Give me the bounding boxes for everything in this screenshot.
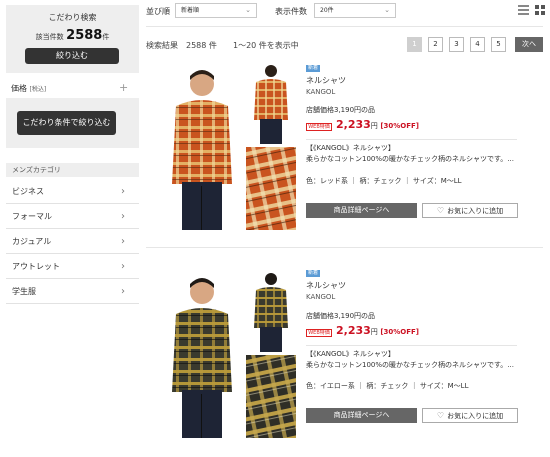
chevron-right-icon: › xyxy=(121,286,125,297)
category-list: ビジネス › フォーマル › カジュアル › アウトレット › 学生服 › xyxy=(6,179,139,304)
count-value: 2588 xyxy=(66,28,103,43)
product-image-main[interactable] xyxy=(160,62,244,232)
product-image-main[interactable] xyxy=(160,270,244,440)
currency-label: 円 xyxy=(370,328,378,336)
product-name[interactable]: ネルシャツ xyxy=(306,75,346,86)
chevron-right-icon: › xyxy=(121,261,125,272)
currency-label: 円 xyxy=(370,122,378,130)
spec-color: 色：イエロー系 xyxy=(306,382,355,390)
sale-price: 2,233円 [30%OFF] xyxy=(336,118,419,131)
product-brand: KANGOL xyxy=(306,88,336,96)
count-unit: 件 xyxy=(102,33,110,41)
product-brand: KANGOL xyxy=(306,293,336,301)
product-detail-button[interactable]: 商品詳細ページへ xyxy=(306,203,417,218)
condition-filter-button[interactable]: こだわり条件で絞り込む xyxy=(17,111,116,135)
results-label: 検索結果 xyxy=(146,41,178,50)
sort-value: 新着順 xyxy=(181,7,200,14)
category-label: フォーマル xyxy=(12,212,52,221)
discount-label: [30%OFF] xyxy=(380,328,420,336)
narrow-button[interactable]: 絞り込む xyxy=(25,48,119,64)
spec-size: サイズ：M〜LL xyxy=(419,382,469,390)
page-2-button[interactable]: 2 xyxy=(428,37,443,52)
page-1-button[interactable]: 1 xyxy=(407,37,422,52)
product-description: 【《KANGOL》ネルシャツ】 柔らかなコットン100%の暖かなチェック柄のネル… xyxy=(306,144,514,163)
sale-price: 2,233円 [30%OFF] xyxy=(336,324,419,337)
grid-view-icon[interactable] xyxy=(535,5,545,15)
product-image-back[interactable] xyxy=(246,62,296,144)
category-item-outlet[interactable]: アウトレット › xyxy=(6,254,139,279)
product-detail-button[interactable]: 商品詳細ページへ xyxy=(306,408,417,423)
chevron-right-icon: › xyxy=(121,211,125,222)
add-favorite-button[interactable]: ♡ お気に入りに追加 xyxy=(422,408,518,423)
web-price-tag: WEB特価 xyxy=(306,329,332,337)
store-price: 店舗価格3,190円の品 xyxy=(306,106,376,114)
price-tax-label: [税込] xyxy=(29,86,47,93)
display-count-value: 20件 xyxy=(320,7,334,14)
divider xyxy=(306,139,517,140)
page-5-button[interactable]: 5 xyxy=(491,37,506,52)
product-description: 【《KANGOL》ネルシャツ】 柔らかなコットン100%の暖かなチェック柄のネル… xyxy=(306,350,514,369)
filter-title: こだわり検索 xyxy=(48,13,97,22)
category-item-business[interactable]: ビジネス › xyxy=(6,179,139,204)
sort-label: 並び順 xyxy=(146,7,170,16)
list-view-icon[interactable] xyxy=(518,5,529,15)
category-label: ビジネス xyxy=(12,187,44,196)
sale-price-value: 2,233 xyxy=(336,118,371,131)
product-specs: 色：レッド系 ｜ 柄：チェック ｜ サイズ：M〜LL xyxy=(306,177,462,185)
price-filter-toggle[interactable]: 価格 [税込] + xyxy=(6,80,139,96)
count-label: 該当件数 xyxy=(35,33,64,41)
page-3-button[interactable]: 3 xyxy=(449,37,464,52)
page-4-button[interactable]: 4 xyxy=(470,37,485,52)
category-label: 学生服 xyxy=(12,287,36,296)
product-image-back[interactable] xyxy=(246,270,296,352)
product-name[interactable]: ネルシャツ xyxy=(306,280,346,291)
result-count: 該当件数 2588件 xyxy=(6,28,139,43)
category-heading: メンズカテゴリ xyxy=(6,163,139,177)
category-label: カジュアル xyxy=(12,237,52,246)
product-image-fabric[interactable] xyxy=(246,147,296,230)
product-specs: 色：イエロー系 ｜ 柄：チェック ｜ サイズ：M〜LL xyxy=(306,382,469,390)
spec-pattern: 柄：チェック xyxy=(366,382,409,390)
chevron-right-icon: › xyxy=(121,236,125,247)
condition-panel: こだわり条件で絞り込む xyxy=(6,98,139,148)
category-item-formal[interactable]: フォーマル › xyxy=(6,204,139,229)
store-price: 店舗価格3,190円の品 xyxy=(306,312,376,320)
spec-color: 色：レッド系 xyxy=(306,177,348,185)
sort-select[interactable]: 新着順 ⌄ xyxy=(175,3,257,18)
sale-price-value: 2,233 xyxy=(336,324,371,337)
new-badge: 新着 xyxy=(306,65,320,72)
favorite-label: お気に入りに追加 xyxy=(447,207,504,215)
chevron-down-icon: ⌄ xyxy=(245,6,251,14)
discount-label: [30%OFF] xyxy=(380,122,420,130)
product-separator xyxy=(146,247,543,248)
favorite-label: お気に入りに追加 xyxy=(447,412,504,420)
category-item-school-uniform[interactable]: 学生服 › xyxy=(6,279,139,304)
heart-icon: ♡ xyxy=(436,206,445,215)
divider xyxy=(306,345,517,346)
chevron-down-icon: ⌄ xyxy=(384,6,390,14)
results-count: 2588 件 xyxy=(186,41,217,50)
new-badge: 新着 xyxy=(306,270,320,277)
category-label: アウトレット xyxy=(12,262,60,271)
divider xyxy=(146,26,543,27)
price-label: 価格 xyxy=(11,84,27,93)
add-favorite-button[interactable]: ♡ お気に入りに追加 xyxy=(422,203,518,218)
spec-pattern: 柄：チェック xyxy=(359,177,402,185)
product-image-fabric[interactable] xyxy=(246,355,296,438)
plus-icon[interactable]: + xyxy=(119,81,128,94)
next-page-button[interactable]: 次へ xyxy=(515,37,543,52)
display-count-label: 表示件数 xyxy=(275,7,307,16)
results-range: 1〜20 件を表示中 xyxy=(233,41,299,50)
chevron-right-icon: › xyxy=(121,186,125,197)
heart-icon: ♡ xyxy=(436,411,445,420)
display-count-select[interactable]: 20件 ⌄ xyxy=(314,3,396,18)
category-item-casual[interactable]: カジュアル › xyxy=(6,229,139,254)
spec-size: サイズ：M〜LL xyxy=(412,177,462,185)
web-price-tag: WEB特価 xyxy=(306,123,332,131)
filter-panel: こだわり検索 該当件数 2588件 絞り込む xyxy=(6,5,139,73)
